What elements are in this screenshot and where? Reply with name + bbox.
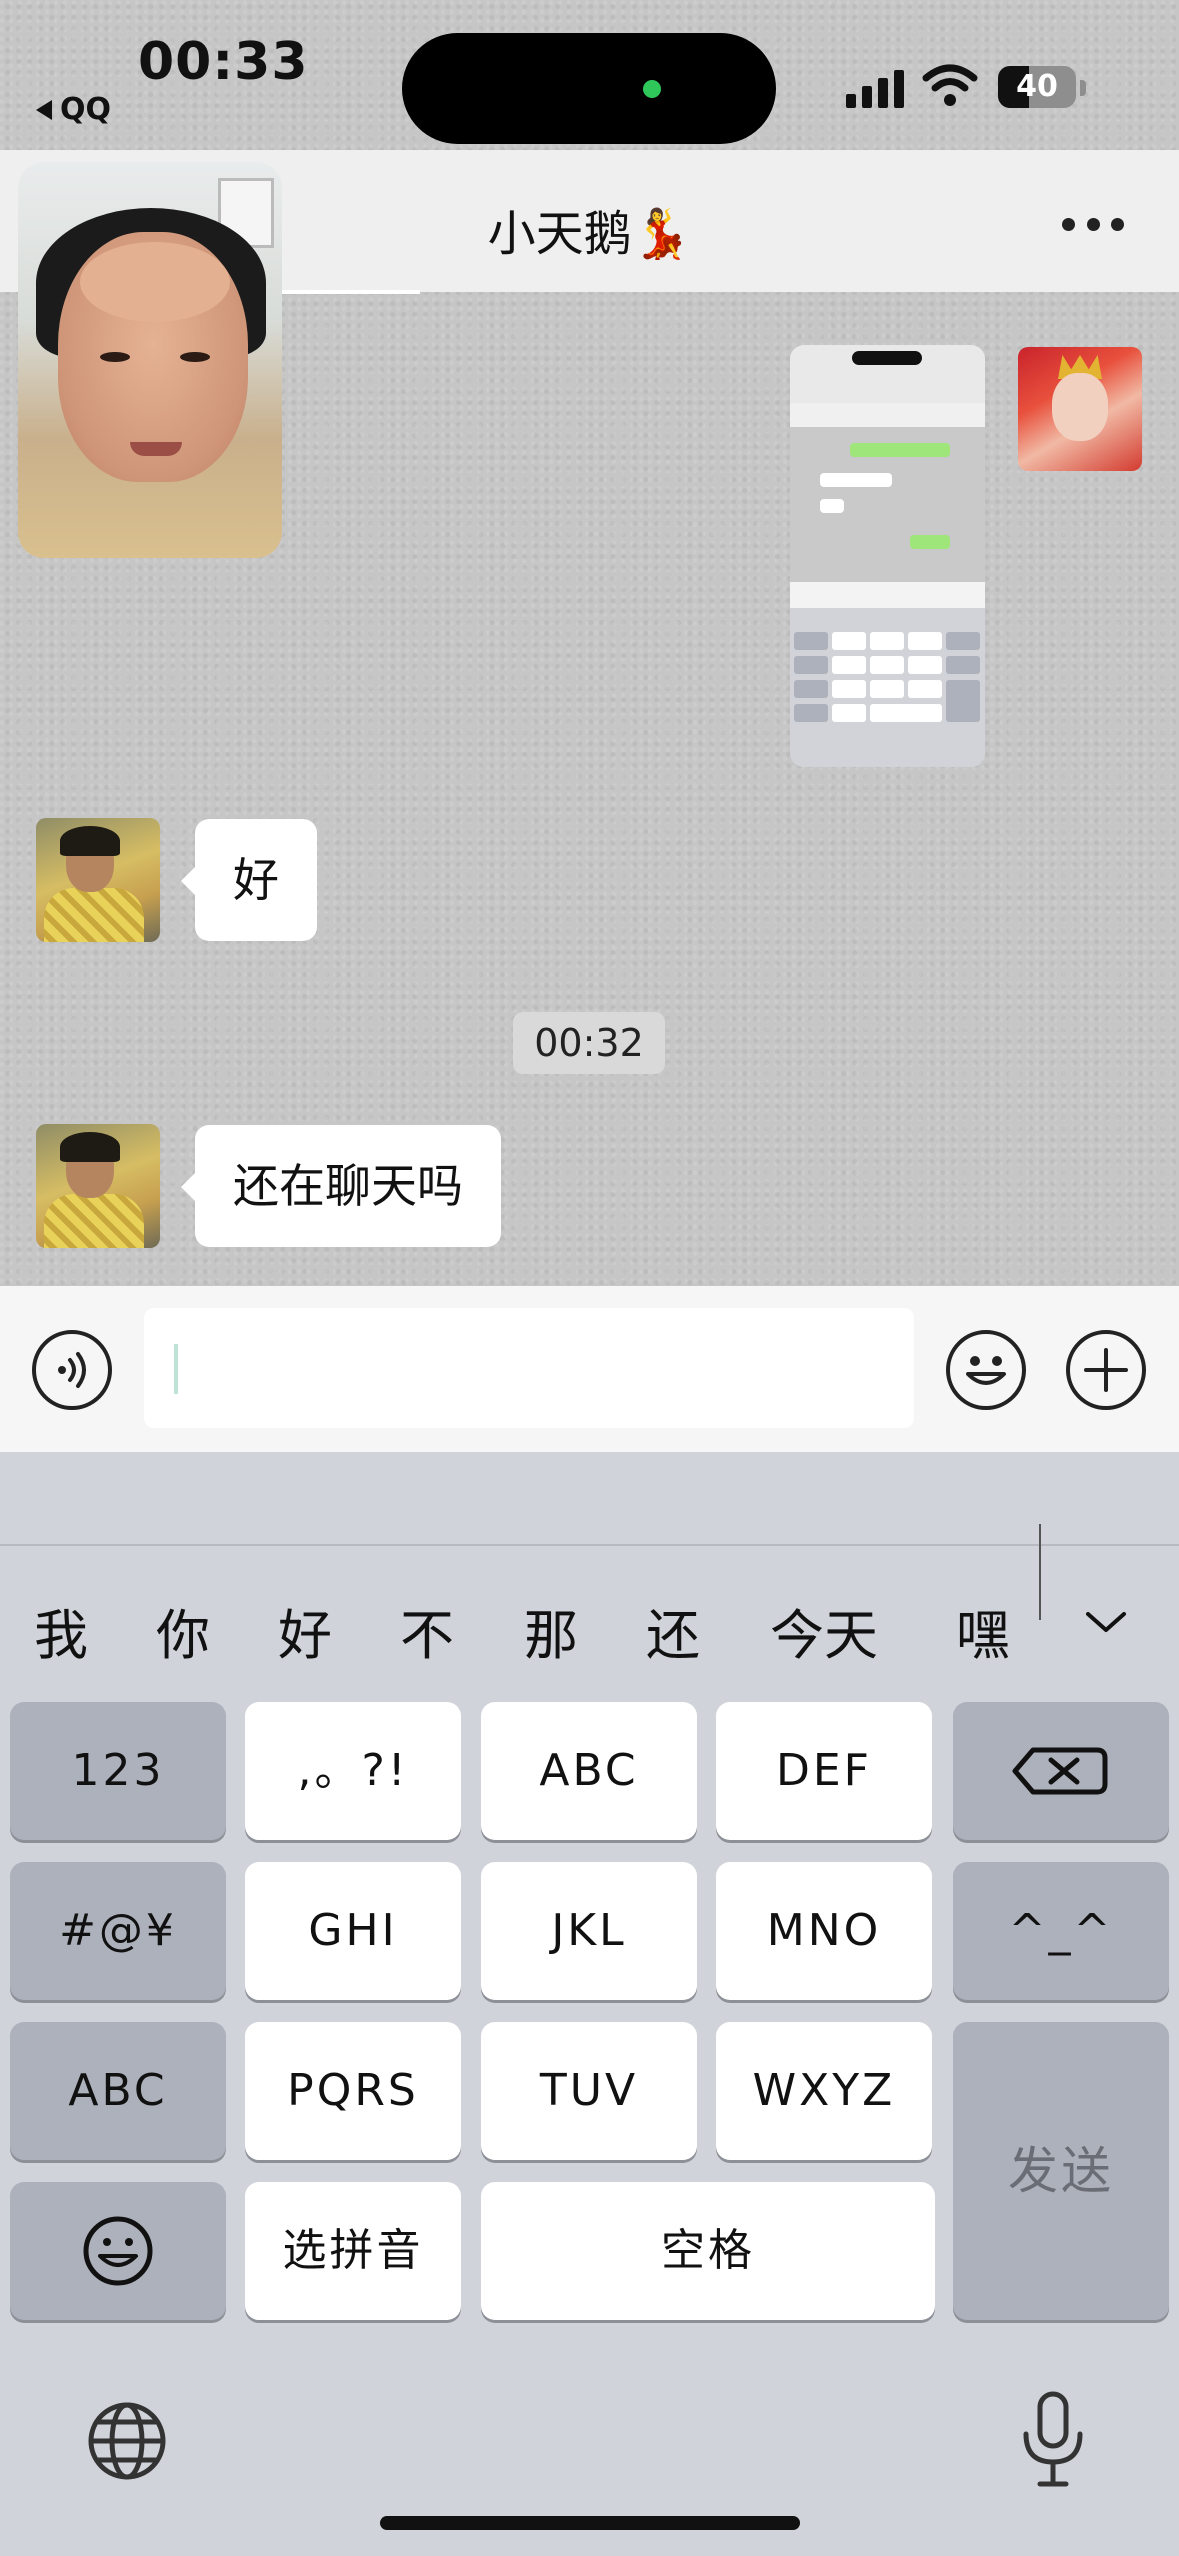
avatar-shirt <box>44 888 144 942</box>
key-symbols[interactable]: #@¥ <box>10 1862 226 2000</box>
emoji-icon <box>83 2216 153 2286</box>
emoji-icon <box>966 1356 1006 1385</box>
screenshot-header <box>790 403 985 427</box>
emoji-button[interactable] <box>946 1330 1026 1410</box>
delete-key[interactable] <box>953 1702 1169 1840</box>
key-ghi[interactable]: GHI <box>245 1862 461 2000</box>
candidate-word[interactable]: 好 <box>278 1586 332 1686</box>
key-abc-switch[interactable]: ABC <box>10 2022 226 2160</box>
video-person-eye <box>100 352 130 362</box>
message-timestamp: 00:32 <box>513 1012 665 1074</box>
plus-icon <box>1084 1348 1128 1392</box>
key-wxyz[interactable]: WXYZ <box>716 2022 932 2160</box>
key-emoticon[interactable]: ^_^ <box>953 1862 1169 2000</box>
message-bubble[interactable]: 好 <box>181 819 317 941</box>
video-person-eye <box>180 352 210 362</box>
dynamic-island <box>402 33 776 144</box>
contact-avatar[interactable] <box>36 818 160 942</box>
status-bar: 00:33 QQ 40 <box>0 0 1179 150</box>
emoji-key[interactable] <box>10 2182 226 2320</box>
back-to-app-link[interactable]: QQ <box>36 92 111 127</box>
keyboard-divider <box>0 1544 1179 1546</box>
avatar-face <box>1052 373 1108 441</box>
voice-icon <box>58 1352 86 1388</box>
wifi-icon <box>922 64 978 106</box>
candidate-word[interactable]: 那 <box>524 1586 578 1686</box>
battery-tip <box>1080 80 1086 96</box>
candidate-word[interactable]: 你 <box>156 1586 210 1686</box>
video-call-window[interactable] <box>18 162 282 558</box>
key-pqrs[interactable]: PQRS <box>245 2022 461 2160</box>
back-app-label: QQ <box>60 92 112 127</box>
key-abc[interactable]: ABC <box>481 1702 697 1840</box>
avatar-hair <box>60 1132 120 1162</box>
voice-button[interactable] <box>32 1330 112 1410</box>
key-mno[interactable]: MNO <box>716 1862 932 2000</box>
camera-indicator-icon <box>643 80 661 98</box>
send-key[interactable]: 发送 <box>953 2022 1169 2320</box>
avatar-shirt <box>44 1194 144 1248</box>
more-icon[interactable] <box>1062 218 1124 234</box>
chevron-down-icon[interactable] <box>1084 1600 1128 1644</box>
shared-screenshot-image[interactable] <box>790 345 985 767</box>
text-caret <box>174 1344 178 1394</box>
contact-avatar[interactable] <box>36 1124 160 1248</box>
message-bubble[interactable]: 还在聊天吗 <box>181 1125 501 1247</box>
key-tuv[interactable]: TUV <box>481 2022 697 2160</box>
battery-level: 40 <box>1016 69 1058 104</box>
delete-icon <box>1012 1747 1108 1795</box>
candidate-word[interactable]: 我 <box>34 1586 88 1686</box>
candidate-word[interactable]: 嘿嘿 <box>956 1586 1040 1686</box>
screenshot-island <box>852 351 922 365</box>
screenshot-keyboard <box>790 608 985 767</box>
key-select-pinyin[interactable]: 选拼音 <box>245 2182 461 2320</box>
status-time: 00:33 <box>138 32 309 92</box>
key-punctuation[interactable]: ,。?! <box>245 1702 461 1840</box>
candidate-word[interactable]: 今天 <box>770 1586 878 1686</box>
key-def[interactable]: DEF <box>716 1702 932 1840</box>
key-jkl[interactable]: JKL <box>481 1862 697 2000</box>
microphone-icon[interactable] <box>1018 2390 1088 2490</box>
back-arrow-icon <box>36 99 52 120</box>
screenshot-chat <box>790 427 985 582</box>
pinyin-keyboard: 我 你 好 不 那 还 今天 嘿嘿 <box>0 1452 1179 2556</box>
my-avatar[interactable] <box>1018 347 1142 471</box>
video-person-mouth <box>130 442 182 456</box>
candidate-word[interactable]: 还 <box>646 1586 700 1686</box>
candidate-word[interactable]: 不 <box>400 1586 454 1686</box>
space-key[interactable]: 空格 <box>481 2182 935 2320</box>
globe-icon[interactable] <box>86 2400 168 2482</box>
header-underline <box>270 290 420 294</box>
candidate-bar: 我 你 好 不 那 还 今天 嘿嘿 <box>0 1586 1040 1686</box>
candidate-separator <box>1039 1524 1041 1620</box>
avatar-hair <box>60 826 120 856</box>
home-indicator[interactable] <box>380 2516 800 2530</box>
message-input-bar <box>0 1286 1179 1452</box>
key-123[interactable]: 123 <box>10 1702 226 1840</box>
signal-icon <box>846 68 904 108</box>
message-text-input[interactable] <box>144 1308 914 1428</box>
screenshot-input <box>790 582 985 608</box>
plus-button[interactable] <box>1066 1330 1146 1410</box>
battery-icon: 40 <box>998 66 1076 108</box>
video-person-forehead <box>80 242 230 322</box>
